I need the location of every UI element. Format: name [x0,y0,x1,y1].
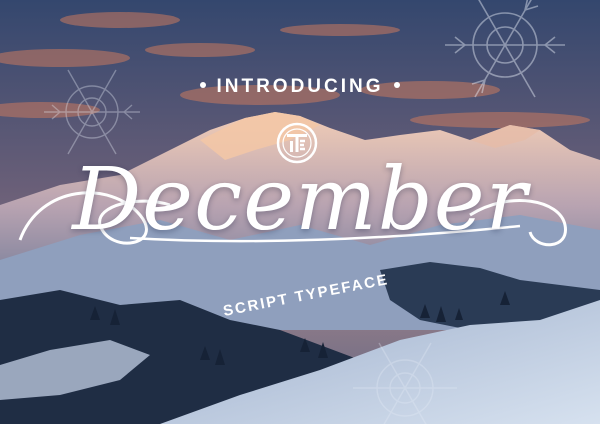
bullet-dot [393,81,400,88]
intro-text: INTRODUCING [216,76,384,97]
poster: INTRODUCING December SCRIPT TYPEFACE [0,0,600,424]
page-title: December [72,150,528,250]
bullet-dot [200,81,207,88]
intro-heading: INTRODUCING [0,76,600,98]
